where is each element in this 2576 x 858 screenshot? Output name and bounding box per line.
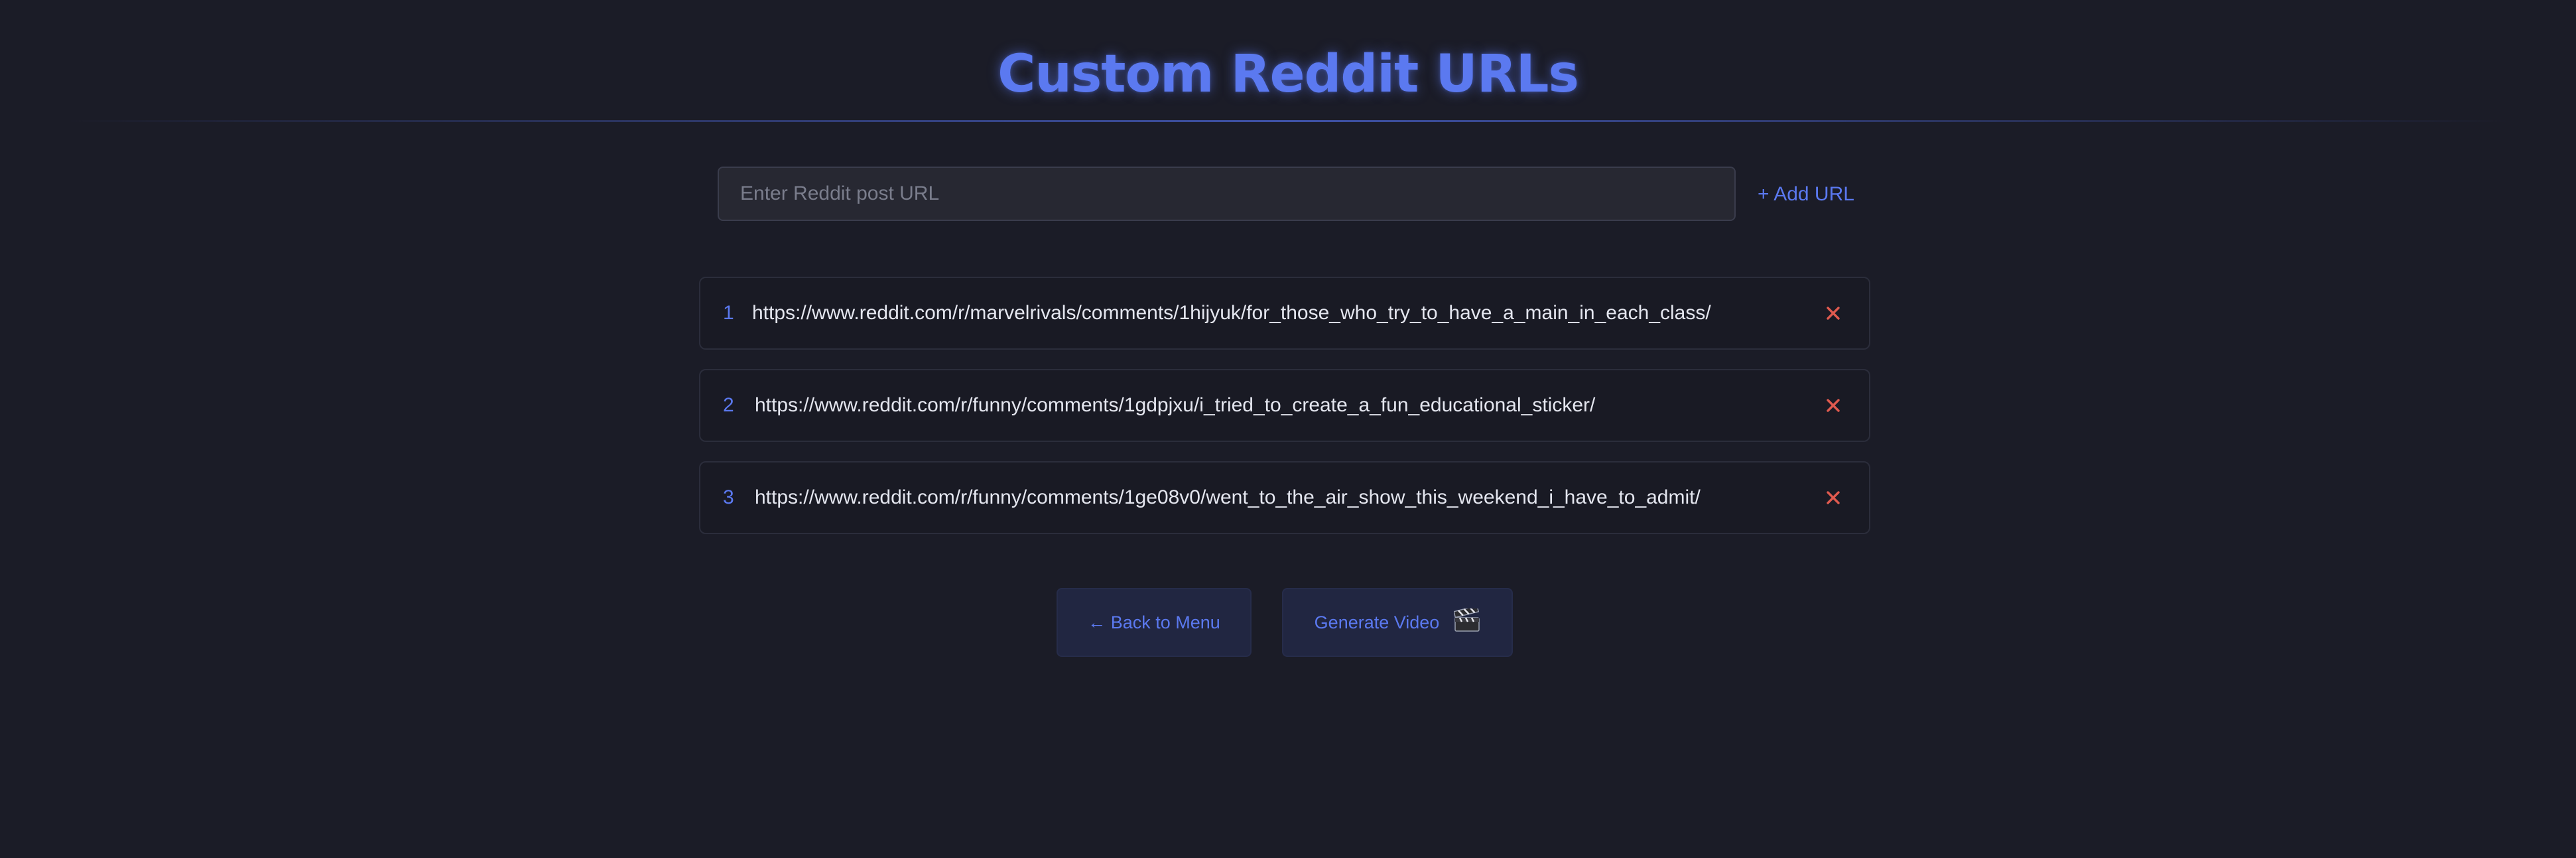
url-index: 2 — [723, 394, 734, 416]
url-index: 1 — [723, 302, 734, 324]
clapperboard-icon — [1454, 608, 1480, 632]
remove-url-button[interactable] — [1817, 390, 1849, 421]
close-icon — [1827, 491, 1840, 504]
back-to-menu-button[interactable]: ← Back to Menu — [1057, 588, 1252, 657]
generate-video-label: Generate Video — [1314, 612, 1440, 632]
page-title: Custom Reddit URLs — [998, 44, 1579, 104]
title-divider — [66, 120, 2510, 122]
url-list-item: 3 https://www.reddit.com/r/funny/comment… — [699, 461, 1870, 534]
url-list-item: 2 https://www.reddit.com/r/funny/comment… — [699, 369, 1870, 442]
url-input[interactable] — [718, 167, 1736, 221]
generate-video-button[interactable]: Generate Video — [1282, 588, 1513, 657]
url-text: https://www.reddit.com/r/marvelrivals/co… — [752, 302, 1711, 324]
url-list-item: 1 https://www.reddit.com/r/marvelrivals/… — [699, 277, 1870, 350]
remove-url-button[interactable] — [1817, 297, 1849, 329]
url-list: 1 https://www.reddit.com/r/marvelrivals/… — [699, 277, 1870, 553]
url-text: https://www.reddit.com/r/funny/comments/… — [755, 486, 1701, 508]
close-icon — [1827, 307, 1840, 320]
add-url-button[interactable]: + Add URL — [1746, 174, 1866, 215]
url-index: 3 — [723, 486, 734, 508]
close-icon — [1827, 399, 1840, 412]
remove-url-button[interactable] — [1817, 482, 1849, 514]
url-text: https://www.reddit.com/r/funny/comments/… — [755, 394, 1596, 416]
